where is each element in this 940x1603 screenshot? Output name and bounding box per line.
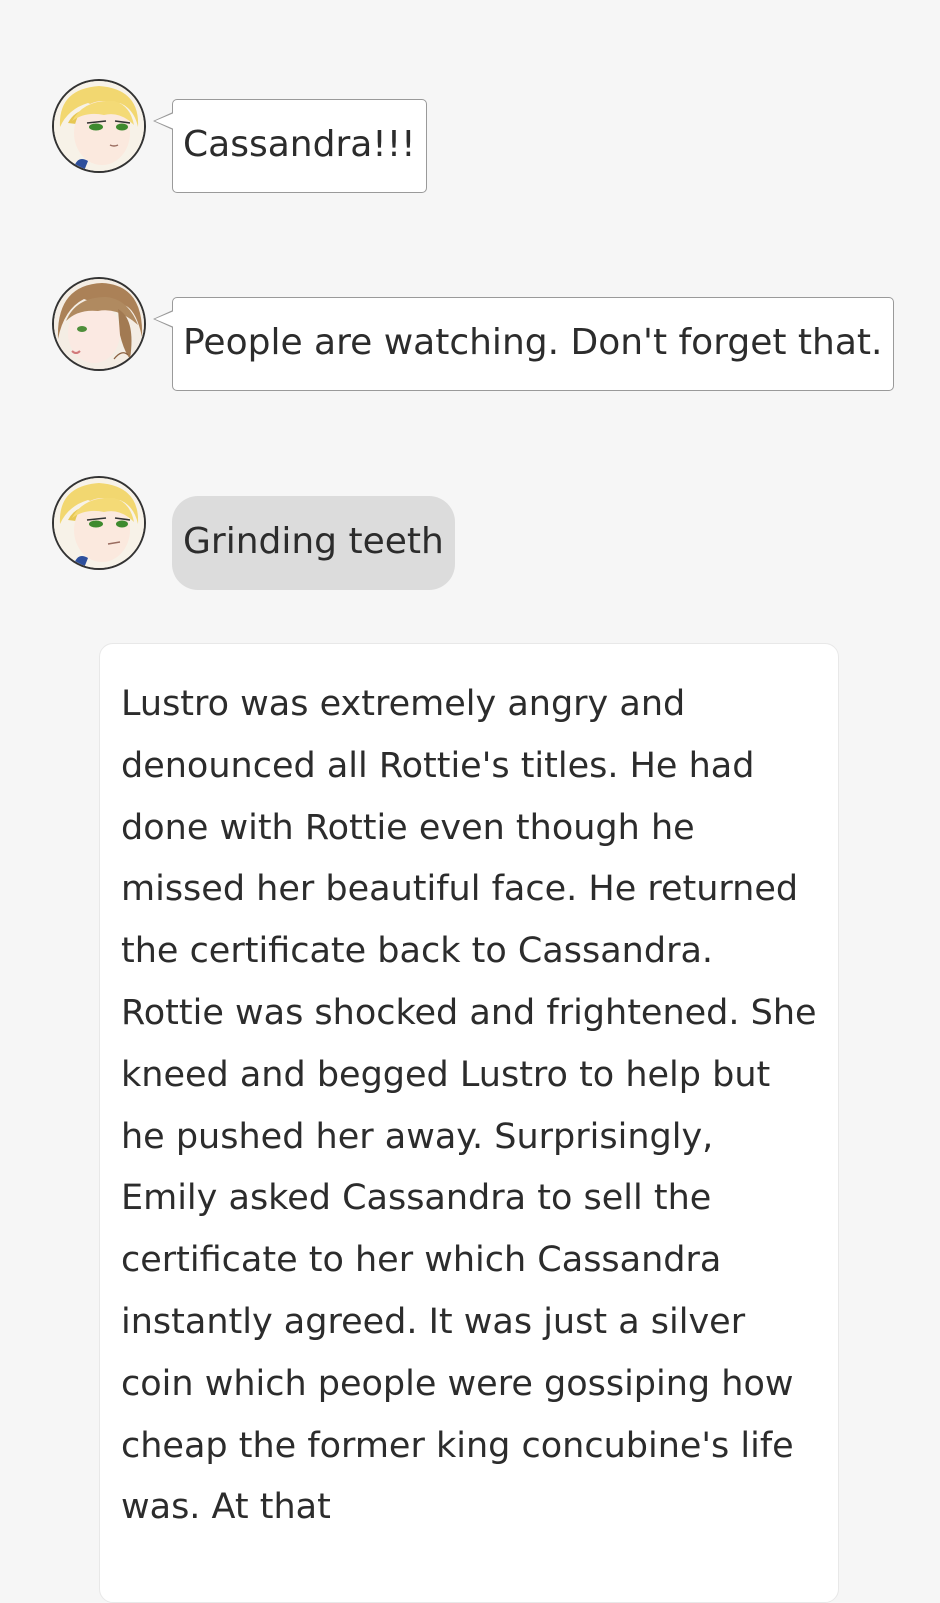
blonde-character-avatar[interactable] bbox=[52, 476, 146, 570]
chat-message: People are watching. Don't forget that. bbox=[52, 277, 894, 391]
narration-text: Lustro was extremely angry and denounced… bbox=[121, 684, 817, 1528]
speech-bubble: Cassandra!!! bbox=[153, 99, 427, 193]
message-text: Grinding teeth bbox=[183, 521, 444, 562]
narration-box: Lustro was extremely angry and denounced… bbox=[99, 643, 839, 1603]
message-text: People are watching. Don't forget that. bbox=[183, 322, 883, 363]
speech-bubble: People are watching. Don't forget that. bbox=[153, 297, 894, 391]
brown-hair-character-avatar[interactable] bbox=[52, 277, 146, 371]
chat-message: Grinding teeth bbox=[52, 476, 455, 590]
thought-bubble: Grinding teeth bbox=[172, 496, 455, 590]
message-text: Cassandra!!! bbox=[183, 124, 416, 165]
blonde-character-avatar[interactable] bbox=[52, 79, 146, 173]
chat-message: Cassandra!!! bbox=[52, 79, 427, 193]
